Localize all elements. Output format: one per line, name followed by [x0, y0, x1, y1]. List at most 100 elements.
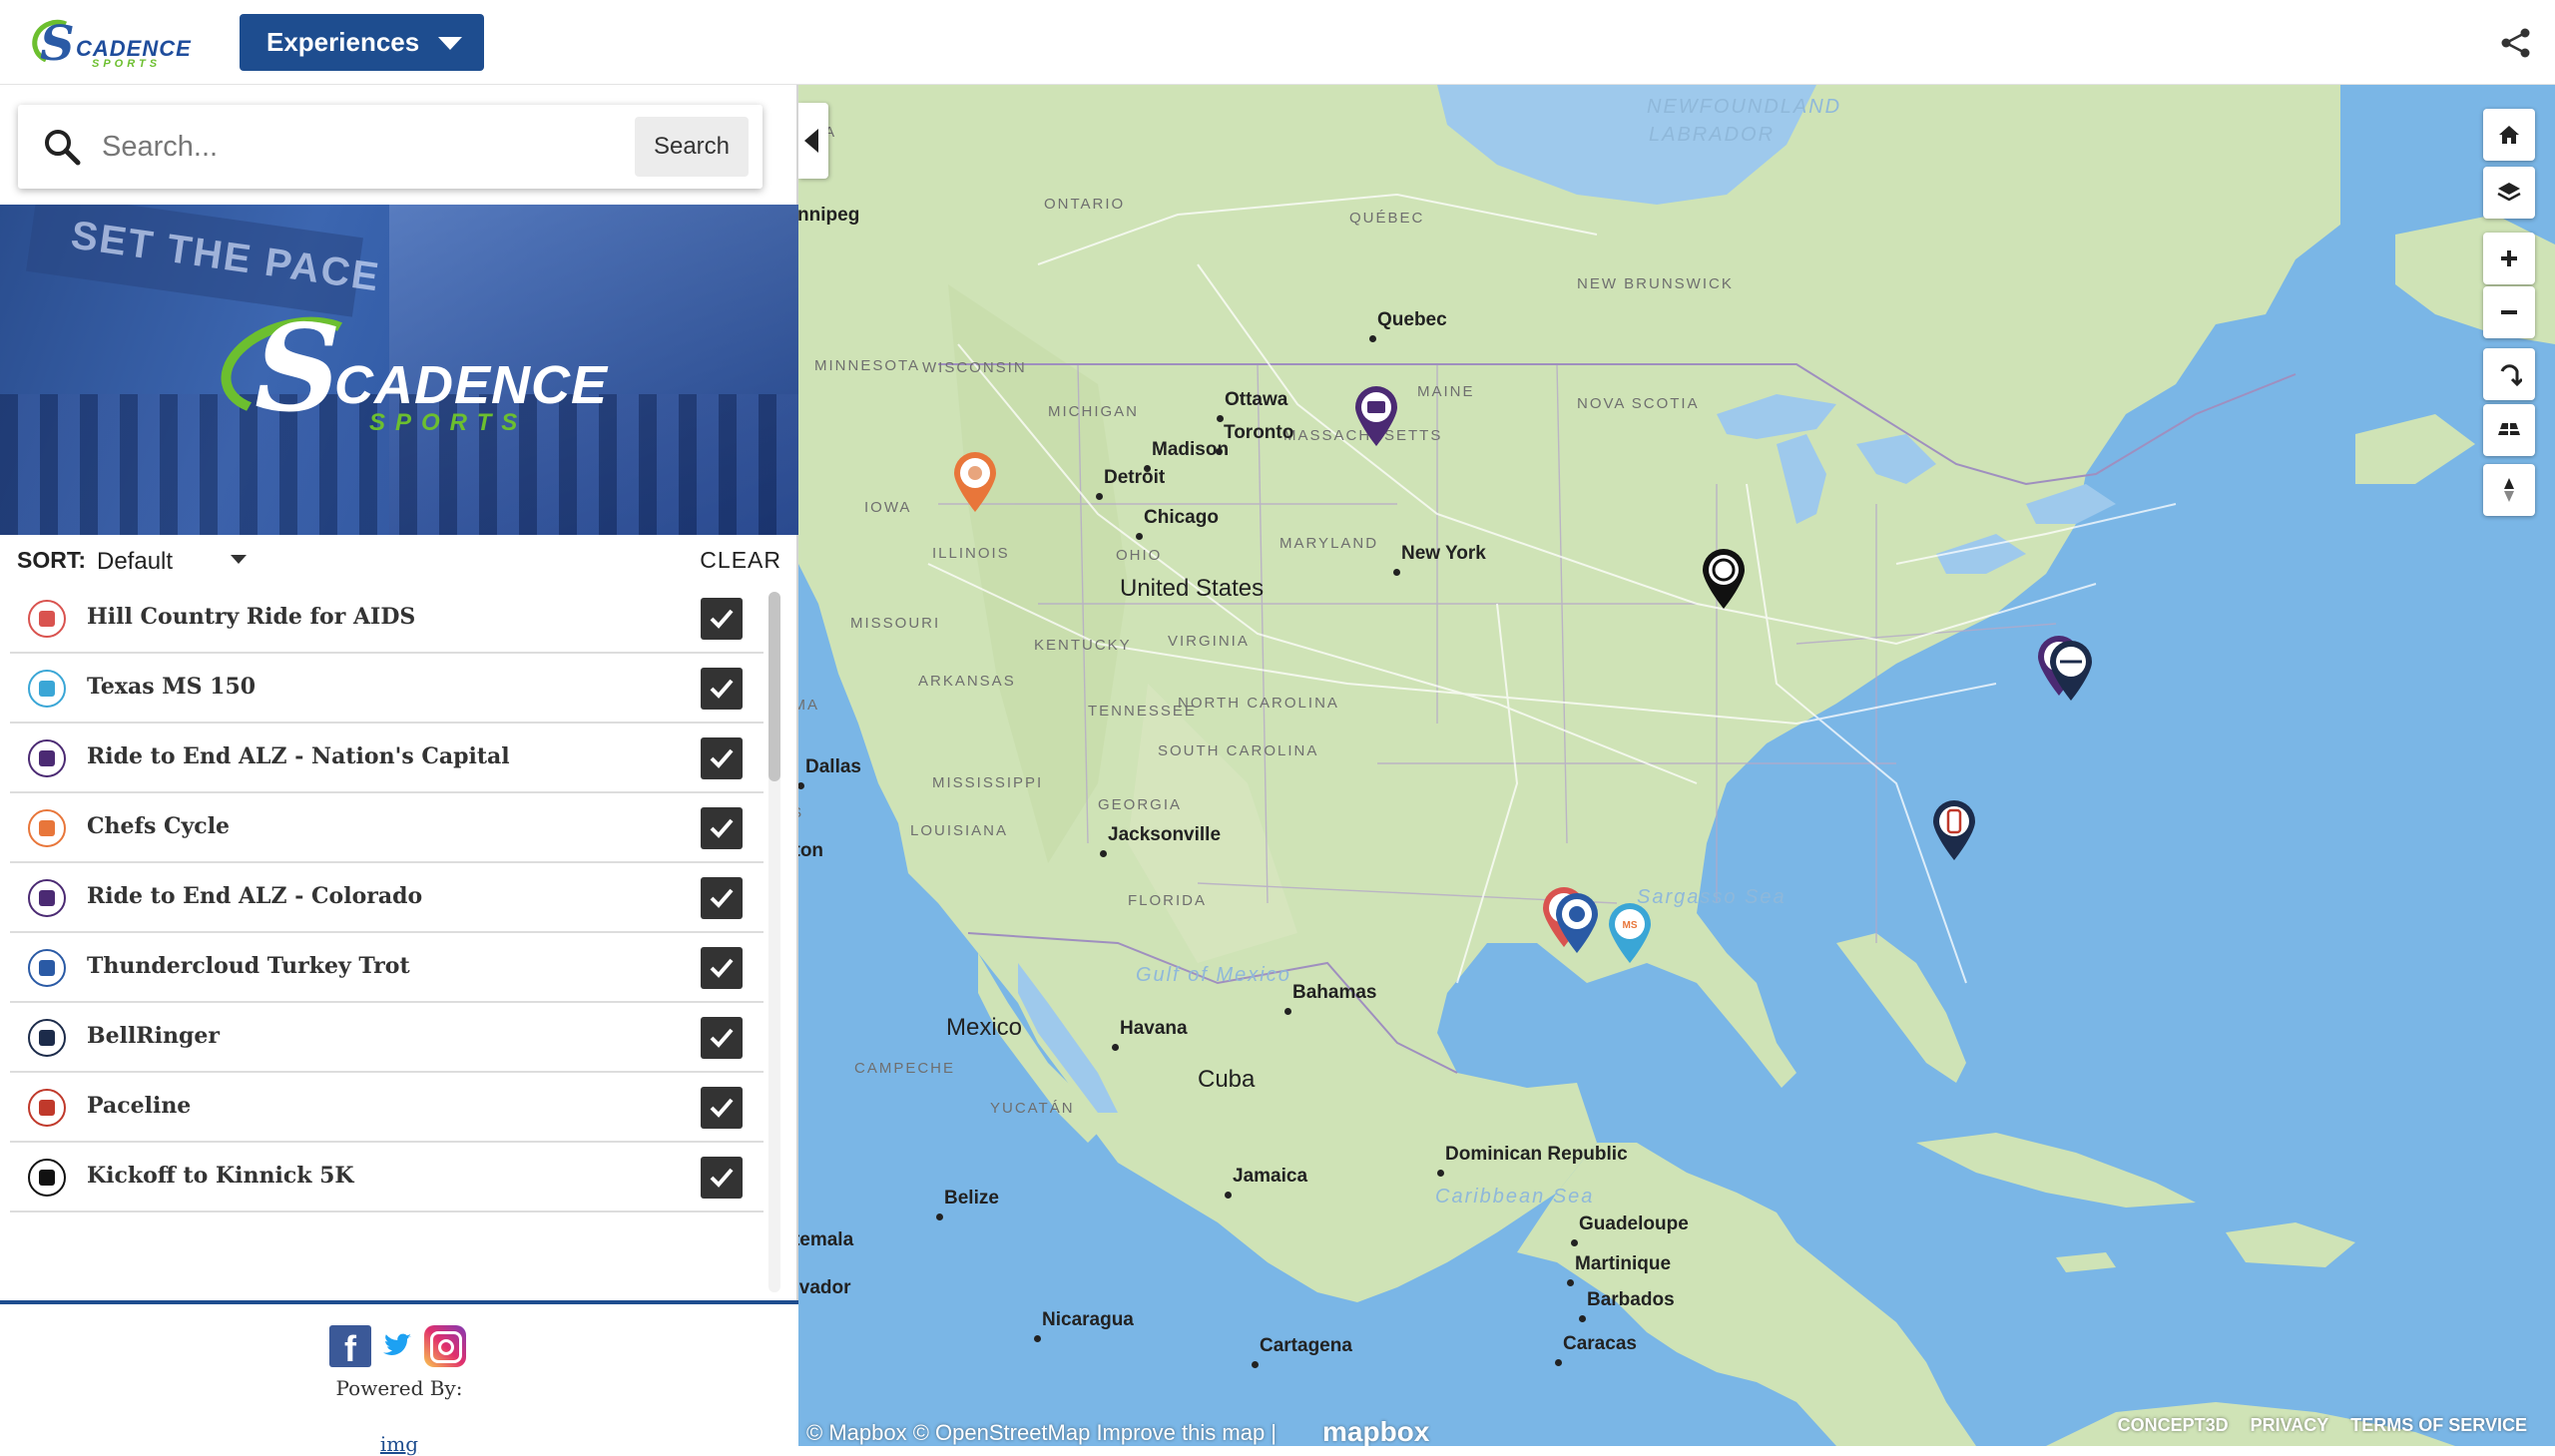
region-label: QUÉBEC	[1349, 210, 1425, 227]
rotate-icon	[2500, 364, 2522, 387]
event-name[interactable]: Kickoff to Kinnick 5K	[87, 1163, 354, 1189]
event-pin-kickoff-to-kinnick[interactable]	[1701, 549, 1747, 611]
compass-button[interactable]	[2483, 464, 2535, 516]
search-icon	[45, 130, 81, 166]
search-input[interactable]	[102, 123, 641, 171]
event-pin-ride-to-end-alz-colorado[interactable]	[1353, 386, 1399, 448]
terms-of-service-link[interactable]: TERMS OF SERVICE	[2350, 1415, 2527, 1435]
tilt-icon	[2498, 423, 2520, 435]
caret-down-icon	[438, 37, 462, 50]
event-visibility-checkbox[interactable]	[701, 668, 743, 710]
region-label: FLORIDA	[1128, 892, 1208, 909]
checkmark-icon	[710, 1168, 734, 1188]
share-icon[interactable]	[2499, 26, 2533, 60]
sort-select[interactable]: Default	[97, 548, 173, 576]
zoom-in-button[interactable]	[2483, 233, 2535, 284]
city-label: Caracas	[1563, 1333, 1637, 1354]
privacy-link[interactable]: PRIVACY	[2251, 1415, 2329, 1435]
list-scrollbar[interactable]	[768, 592, 780, 1292]
water-label: LABRADOR	[1649, 124, 1776, 146]
event-visibility-checkbox[interactable]	[701, 947, 743, 989]
layers-button[interactable]	[2483, 167, 2535, 219]
experiences-dropdown-button[interactable]: Experiences	[240, 14, 484, 71]
event-name[interactable]: Paceline	[87, 1093, 191, 1119]
list-scrollbar-thumb[interactable]	[768, 592, 780, 781]
event-logo-mark	[39, 1030, 55, 1046]
clear-button[interactable]: CLEAR	[700, 547, 781, 574]
city-dot	[1112, 1044, 1119, 1051]
event-logo-icon	[28, 1089, 66, 1127]
event-list-item[interactable]: Chefs Cycle	[10, 793, 764, 863]
event-visibility-checkbox[interactable]	[701, 598, 743, 640]
event-visibility-checkbox[interactable]	[701, 737, 743, 779]
city-dot	[1284, 1008, 1291, 1015]
event-logo-icon	[28, 809, 66, 847]
event-list-item[interactable]: BellRinger	[10, 1003, 764, 1073]
region-label: GEORGIA	[1098, 796, 1183, 813]
event-pin-bellringer[interactable]	[2048, 641, 2094, 703]
region-label: SOUTH CAROLINA	[1158, 742, 1319, 759]
mapbox-logo[interactable]: mapbox	[1322, 1416, 1429, 1446]
map-attribution[interactable]: © Mapbox © OpenStreetMap Improve this ma…	[806, 1420, 1277, 1446]
country-label: United States	[1120, 575, 1265, 602]
cadence-logo[interactable]: S CADENCE SPORTS	[25, 13, 191, 72]
event-visibility-checkbox[interactable]	[701, 1087, 743, 1129]
event-list-item[interactable]: Texas MS 150	[10, 654, 764, 724]
checkmark-icon	[710, 818, 734, 838]
instagram-icon[interactable]	[424, 1325, 466, 1367]
event-name[interactable]: Texas MS 150	[87, 674, 256, 700]
event-logo-mark	[39, 820, 55, 836]
search-button[interactable]: Search	[635, 117, 749, 177]
event-name[interactable]: Hill Country Ride for AIDS	[87, 604, 415, 630]
event-name[interactable]: Ride to End ALZ - Nation's Capital	[87, 743, 510, 769]
event-visibility-checkbox[interactable]	[701, 1157, 743, 1199]
region-label: MISSISSIPPI	[932, 774, 1044, 791]
home-button[interactable]	[2483, 109, 2535, 161]
region-label: ARKANSAS	[918, 673, 1016, 690]
home-icon	[2499, 126, 2519, 144]
checkmark-icon	[710, 1028, 734, 1048]
event-pin-thundercloud-turkey-trot[interactable]	[1554, 893, 1600, 955]
city-label: Toronto	[1224, 422, 1294, 443]
map[interactable]: BRITISH COLUMBIAALBERTASASKATCHEWANMANIT…	[798, 85, 2555, 1446]
event-list-item[interactable]: Thundercloud Turkey Trot	[10, 933, 764, 1003]
event-visibility-checkbox[interactable]	[701, 1017, 743, 1059]
compass-icon	[2504, 478, 2514, 502]
region-label: MISSOURI	[850, 615, 941, 632]
tilt-button[interactable]	[2483, 404, 2535, 456]
event-name[interactable]: Chefs Cycle	[87, 813, 230, 839]
city-label: Dominican Republic	[1445, 1144, 1628, 1165]
event-logo-icon	[28, 600, 66, 638]
event-visibility-checkbox[interactable]	[701, 807, 743, 849]
region-label: WISCONSIN	[922, 359, 1027, 376]
event-pin-texas-ms-150[interactable]: MS	[1607, 903, 1653, 965]
region-label: OKLAHOMA	[798, 697, 820, 714]
event-logo-mark	[39, 890, 55, 906]
city-dot	[936, 1213, 943, 1220]
event-name[interactable]: Ride to End ALZ - Colorado	[87, 883, 422, 909]
event-list-item[interactable]: Ride to End ALZ - Colorado	[10, 863, 764, 933]
city-dot	[1579, 1315, 1586, 1322]
city-dot	[1252, 1361, 1259, 1368]
zoom-out-button[interactable]	[2483, 286, 2535, 338]
powered-by-img-link[interactable]: img	[0, 1432, 798, 1456]
event-list-item[interactable]: Kickoff to Kinnick 5K	[10, 1143, 764, 1213]
twitter-icon[interactable]	[382, 1333, 412, 1359]
event-pin-paceline[interactable]	[1931, 800, 1977, 862]
event-list-item[interactable]: Paceline	[10, 1073, 764, 1143]
collapse-sidebar-button[interactable]	[798, 103, 828, 179]
concept3d-logo[interactable]: CONCEPT3D	[2118, 1415, 2229, 1435]
facebook-icon[interactable]: f	[329, 1325, 371, 1369]
hero-logo-word: CADENCE	[334, 355, 609, 415]
event-name[interactable]: BellRinger	[87, 1023, 220, 1049]
event-name[interactable]: Thundercloud Turkey Trot	[87, 953, 410, 979]
experiences-label: Experiences	[266, 27, 420, 57]
event-visibility-checkbox[interactable]	[701, 877, 743, 919]
event-pin-chefs-cycle[interactable]	[952, 452, 998, 514]
event-list-item[interactable]: Hill Country Ride for AIDS	[10, 584, 764, 654]
event-list-item[interactable]: Ride to End ALZ - Nation's Capital	[10, 724, 764, 793]
checkmark-icon	[710, 1098, 734, 1118]
rotate-button[interactable]	[2483, 348, 2535, 400]
city-dot	[1136, 533, 1143, 540]
sort-caret-icon[interactable]	[231, 555, 247, 564]
